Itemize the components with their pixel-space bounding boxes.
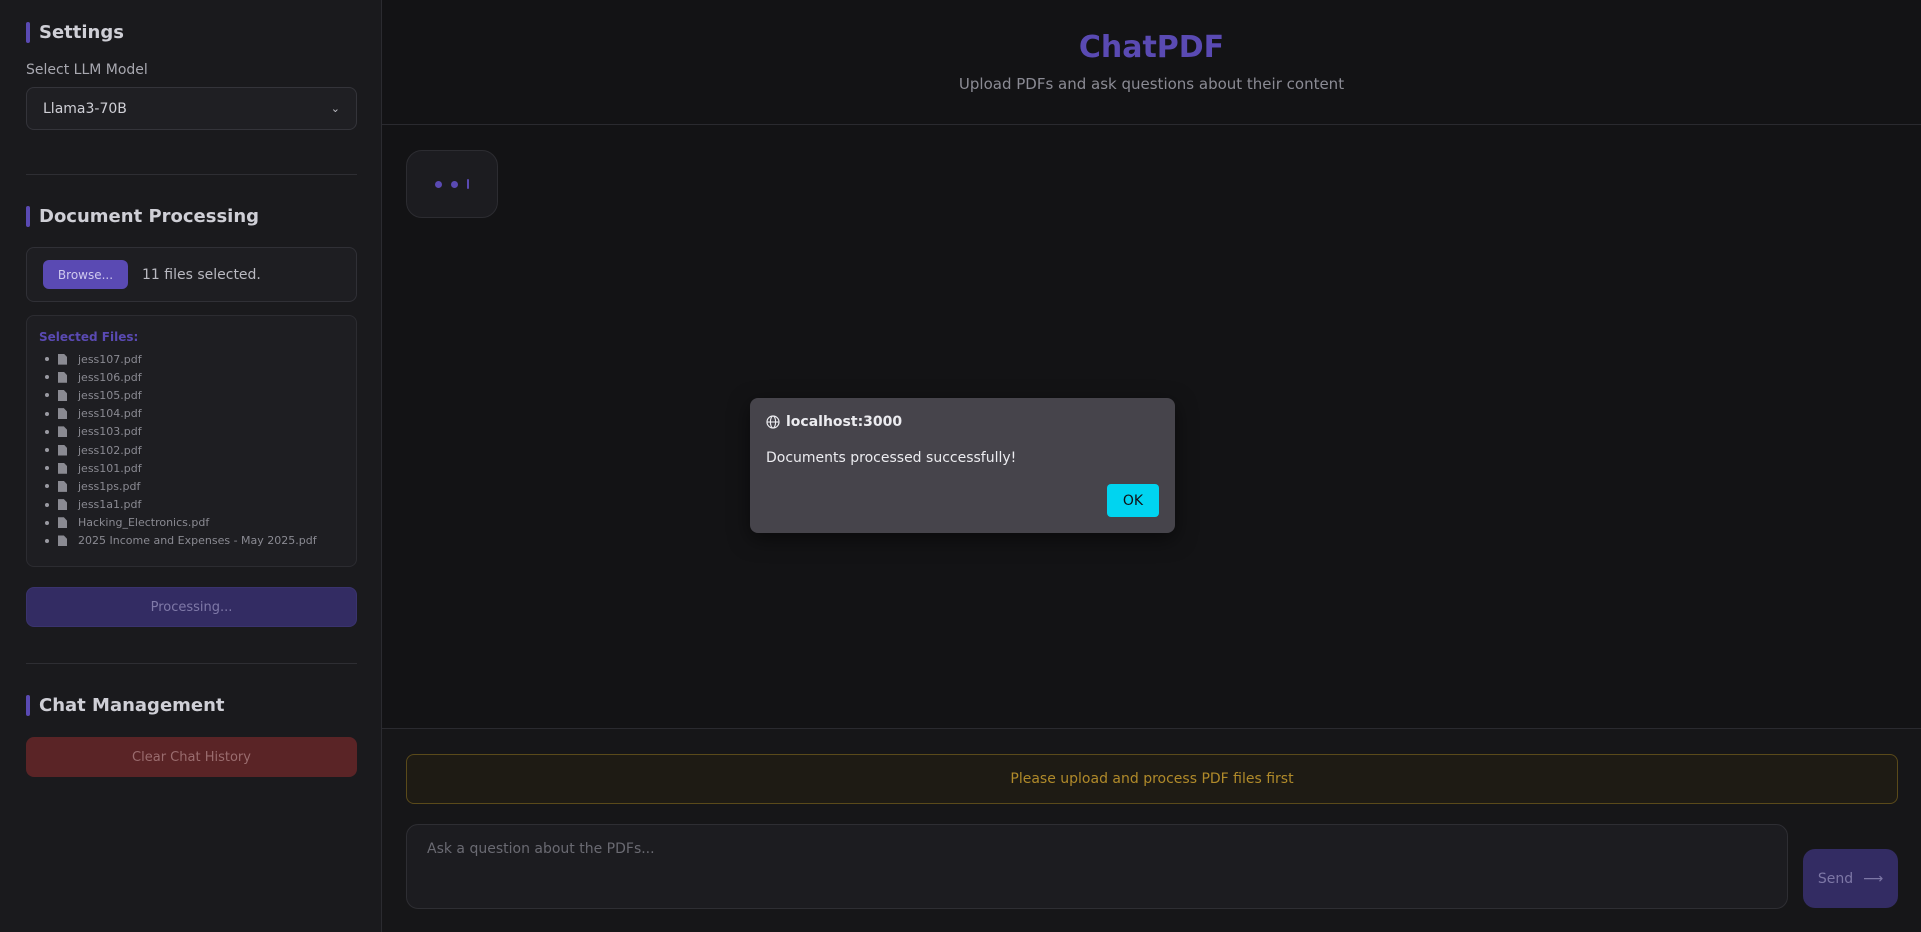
file-icon bbox=[58, 499, 67, 511]
arrow-right-icon: ⟶ bbox=[1863, 870, 1884, 887]
selected-files-panel: Selected Files: jess107.pdf jess106.pdf … bbox=[26, 315, 357, 567]
file-name: jess107.pdf bbox=[78, 352, 142, 366]
list-item: jess103.pdf bbox=[39, 423, 344, 441]
list-item: jess106.pdf bbox=[39, 368, 344, 386]
chat-management-title: Chat Management bbox=[39, 695, 225, 716]
header: ChatPDF Upload PDFs and ask questions ab… bbox=[382, 0, 1921, 125]
selected-files-list: jess107.pdf jess106.pdf jess105.pdf jess… bbox=[39, 350, 344, 550]
alert-dialog: localhost:3000 Documents processed succe… bbox=[750, 398, 1175, 533]
list-item: jess101.pdf bbox=[39, 459, 344, 477]
sidebar: Settings Select LLM Model Llama3-70B ⌄ D… bbox=[0, 0, 382, 932]
bullet bbox=[45, 429, 49, 434]
list-item: jess1ps.pdf bbox=[39, 477, 344, 495]
selected-files-label: Selected Files: bbox=[39, 330, 139, 344]
document-processing-title: Document Processing bbox=[39, 206, 260, 227]
dialog-message: Documents processed successfully! bbox=[766, 450, 1017, 466]
bullet bbox=[45, 411, 49, 416]
ok-button[interactable]: OK bbox=[1107, 484, 1159, 517]
list-item: jess1a1.pdf bbox=[39, 496, 344, 514]
chat-management-section-title: Chat Management bbox=[26, 695, 225, 716]
page-subtitle: Upload PDFs and ask questions about thei… bbox=[958, 75, 1345, 93]
file-icon bbox=[58, 517, 67, 529]
file-name: jess105.pdf bbox=[78, 388, 142, 402]
model-select[interactable]: Llama3-70B ⌄ bbox=[26, 87, 357, 130]
bullet bbox=[45, 538, 49, 543]
send-button[interactable]: Send ⟶ bbox=[1803, 849, 1898, 908]
page-title: ChatPDF bbox=[1078, 30, 1225, 65]
file-icon bbox=[58, 535, 67, 547]
section-accent-bar bbox=[26, 695, 30, 716]
bullet bbox=[45, 502, 49, 507]
bullet bbox=[45, 520, 49, 525]
dialog-origin: localhost:3000 bbox=[766, 414, 902, 430]
typing-dot bbox=[467, 179, 469, 189]
divider bbox=[26, 174, 357, 175]
typing-dot bbox=[451, 180, 458, 188]
file-icon bbox=[58, 462, 67, 474]
settings-title: Settings bbox=[39, 22, 124, 43]
file-name: jess104.pdf bbox=[78, 407, 142, 421]
chat-input-area: Please upload and process PDF files firs… bbox=[382, 728, 1921, 932]
bullet bbox=[45, 375, 49, 380]
file-name: jess103.pdf bbox=[78, 425, 142, 439]
files-selected-count: 11 files selected. bbox=[142, 266, 261, 283]
file-name: 2025 Income and Expenses - May 2025.pdf bbox=[78, 534, 317, 548]
bullet bbox=[45, 448, 49, 453]
file-name: jess101.pdf bbox=[78, 461, 142, 475]
bullet bbox=[45, 466, 49, 471]
file-upload-box: Browse... 11 files selected. bbox=[26, 247, 357, 302]
browse-button[interactable]: Browse... bbox=[43, 260, 128, 289]
bullet bbox=[45, 393, 49, 398]
file-icon bbox=[58, 480, 67, 492]
typing-dot bbox=[435, 180, 442, 188]
typing-indicator bbox=[406, 150, 498, 218]
file-icon bbox=[58, 389, 67, 401]
file-name: Hacking_Electronics.pdf bbox=[78, 516, 210, 530]
file-icon bbox=[58, 371, 67, 383]
model-select-value: Llama3-70B bbox=[43, 100, 127, 117]
file-icon bbox=[58, 353, 67, 365]
globe-icon bbox=[766, 415, 780, 429]
question-input[interactable]: Ask a question about the PDFs... bbox=[406, 824, 1788, 909]
upload-warning-banner: Please upload and process PDF files firs… bbox=[406, 754, 1898, 804]
section-accent-bar bbox=[26, 206, 30, 227]
clear-chat-history-button[interactable]: Clear Chat History bbox=[26, 737, 357, 777]
list-item: jess104.pdf bbox=[39, 405, 344, 423]
file-name: jess1ps.pdf bbox=[78, 479, 141, 493]
file-icon bbox=[58, 444, 67, 456]
file-name: jess106.pdf bbox=[78, 370, 142, 384]
chevron-down-icon: ⌄ bbox=[330, 102, 340, 115]
send-label: Send bbox=[1817, 870, 1854, 887]
file-icon bbox=[58, 408, 67, 420]
document-processing-section-title: Document Processing bbox=[26, 206, 259, 227]
list-item: 2025 Income and Expenses - May 2025.pdf bbox=[39, 532, 344, 550]
list-item: jess107.pdf bbox=[39, 350, 344, 368]
app-root: Settings Select LLM Model Llama3-70B ⌄ D… bbox=[0, 0, 1921, 932]
file-name: jess1a1.pdf bbox=[78, 498, 142, 512]
bullet bbox=[45, 484, 49, 489]
settings-section-title: Settings bbox=[26, 22, 124, 43]
file-icon bbox=[58, 426, 67, 438]
section-accent-bar bbox=[26, 22, 30, 43]
bullet bbox=[45, 357, 49, 362]
dialog-origin-text: localhost:3000 bbox=[786, 414, 903, 430]
model-select-label: Select LLM Model bbox=[26, 62, 148, 78]
list-item: Hacking_Electronics.pdf bbox=[39, 514, 344, 532]
process-documents-button[interactable]: Processing... bbox=[26, 587, 357, 627]
divider bbox=[26, 663, 357, 664]
list-item: jess102.pdf bbox=[39, 441, 344, 459]
list-item: jess105.pdf bbox=[39, 386, 344, 404]
file-name: jess102.pdf bbox=[78, 443, 142, 457]
